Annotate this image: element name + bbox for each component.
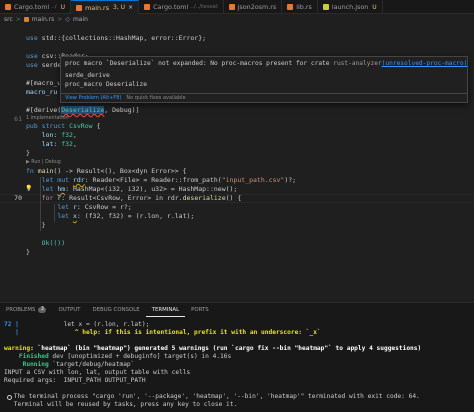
diagnostic-code-link[interactable]: (unresolved-proc-macro): [382, 60, 468, 67]
terminal-line: The terminal process "cargo 'run', '--pa…: [10, 393, 420, 400]
code-editor[interactable]: 61 70 💡 use std::{collections::HashMap, …: [0, 25, 474, 300]
code-line: macro_ru: [26, 88, 58, 96]
function-symbol-icon: ◇: [65, 16, 70, 23]
file-type-icon: [228, 4, 235, 10]
code-line: let x: (f32, f32) = (r.lon, r.lat);: [57, 212, 195, 220]
code-line: lon: f32,: [41, 131, 77, 139]
editor-tab[interactable]: main.rs 3, U ×: [71, 0, 140, 14]
file-type-icon: [76, 4, 83, 11]
tab-description: ../: [51, 4, 57, 10]
editor-tab[interactable]: lib.rs: [282, 0, 318, 14]
terminal-line: Running `target/debug/heatmap`: [4, 361, 135, 368]
hover-suggestion: proc_macro Deserialize: [65, 81, 147, 88]
no-quick-fixes-text: No quick fixes available: [126, 95, 186, 101]
tab-label: lib.rs: [296, 3, 312, 11]
line-number: 61: [14, 115, 22, 123]
breadcrumb-file[interactable]: main.rs: [32, 16, 55, 23]
deserialize-error-token: Deserialize: [61, 106, 105, 114]
breadcrumb: src > main.rs > ◇ main: [0, 14, 474, 25]
editor-tab[interactable]: Cargo.toml ../U: [0, 0, 72, 14]
code-line: lat: f32,: [41, 140, 77, 148]
file-type-icon: [5, 4, 11, 10]
view-problem-link[interactable]: View Problem (Alt+F8): [65, 95, 121, 101]
hover-message: proc macro `Deserialize` not expanded: N…: [65, 60, 468, 67]
file-type-icon: [144, 4, 151, 10]
panel-tab-terminal[interactable]: TERMINAL: [145, 303, 186, 317]
tab-status-badge: U: [60, 3, 66, 11]
code-line: pub struct CsvRow {: [26, 122, 101, 130]
line-number: 70: [14, 194, 22, 202]
terminal-line: warning: `heatmap` (bin "heatmap") gener…: [4, 345, 422, 352]
code-line: }: [41, 221, 46, 229]
codelens-implementations[interactable]: 1 implementation: [26, 115, 69, 122]
panel-tab-ports[interactable]: PORTS: [185, 303, 215, 317]
code-line: let hm: HashMap<(i32, i32), u32> = HashM…: [41, 185, 238, 193]
code-line: let r: CsvRow = r?;: [57, 203, 132, 211]
hover-suggestion: serde_derive: [65, 72, 110, 79]
panel-tab-label: OUTPUT: [58, 307, 81, 313]
breadcrumb-folder[interactable]: src: [4, 16, 13, 23]
editor-tab[interactable]: Cargo.toml ../../tessel: [139, 0, 224, 14]
code-line: use serde: [26, 61, 62, 69]
bottom-panel: PROBLEMS 3 OUTPUT DEBUG CONSOLE TERMINAL PORT…: [0, 302, 474, 412]
editor-tab[interactable]: json2osm.rs: [224, 0, 283, 14]
tab-label: Cargo.toml: [14, 3, 50, 11]
panel-tab-label: PROBLEMS: [6, 307, 36, 313]
file-type-icon: [322, 4, 329, 10]
code-line: #[derive(Deserialize, Debug)]: [26, 106, 140, 114]
tab-status-badge: U: [372, 3, 377, 11]
terminal-line: INPUT a CSV with lon, lat, output table …: [4, 369, 191, 376]
hover-divider: [61, 93, 467, 94]
panel-tab-label: DEBUG CONSOLE: [92, 307, 140, 313]
rust-file-icon: [23, 17, 29, 22]
code-line: let mut rdr: Reader<File> = Reader::from…: [41, 176, 297, 184]
hover-actions: View Problem (Alt+F8) No quick fixes avai…: [65, 95, 186, 101]
tab-description: ../../tessel: [190, 4, 218, 10]
code-line: }: [26, 248, 30, 256]
tab-label: json2osm.rs: [237, 3, 277, 11]
tab-label: launch.json: [331, 3, 369, 11]
terminal-line: 72 | let x = (r.lon, r.lat);: [4, 321, 150, 328]
editor-tab[interactable]: launch.json U: [318, 0, 383, 14]
tab-label: Cargo.toml: [153, 3, 189, 11]
terminal-line: | ^ help: if this is intentional, prefix…: [4, 329, 321, 336]
tab-label: main.rs: [85, 3, 110, 12]
codelens-run-debug[interactable]: ▶ Run | Debug: [26, 159, 61, 166]
code-line: Ok(()): [41, 239, 66, 247]
file-type-icon: [287, 4, 294, 10]
panel-tab-bar: PROBLEMS 3 OUTPUT DEBUG CONSOLE TERMINAL PORT…: [0, 303, 474, 317]
diagnostic-hover-popup[interactable]: proc macro `Deserialize` not expanded: N…: [60, 56, 468, 103]
terminal-line: Finished dev [unoptimized + debuginfo] t…: [4, 353, 232, 360]
terminal-line: Required args: INPUT_PATH OUTPUT_PATH: [4, 377, 146, 384]
panel-tab-output[interactable]: OUTPUT: [52, 303, 86, 317]
breadcrumb-symbol[interactable]: main: [73, 16, 88, 23]
panel-tab-label: TERMINAL: [151, 306, 180, 313]
code-line: #[macro_u: [26, 79, 62, 87]
panel-tab-label: PORTS: [191, 307, 209, 313]
code-line: fn main() -> Result<(), Box<dyn Error>> …: [26, 167, 187, 175]
panel-tab-problems[interactable]: PROBLEMS 3: [0, 303, 52, 317]
breadcrumb-separator: >: [57, 16, 63, 23]
code-line: }: [26, 149, 30, 157]
terminal-line: Terminal will be reused by tasks, press …: [10, 401, 238, 408]
panel-tab-debug-console[interactable]: DEBUG CONSOLE: [86, 303, 145, 317]
breadcrumb-separator: >: [15, 16, 21, 23]
code-line: use std::{collections::HashMap, error::E…: [26, 34, 207, 42]
editor-tab-bar: Cargo.toml ../Umain.rs 3, U × Cargo.toml ../.…: [0, 0, 474, 14]
close-icon[interactable]: ×: [128, 4, 133, 11]
code-line: for r: Result<CsvRow, Error> in rdr.dese…: [41, 194, 242, 202]
tab-status-badge: 3, U: [113, 4, 126, 11]
problems-count-badge: 3: [38, 307, 47, 313]
